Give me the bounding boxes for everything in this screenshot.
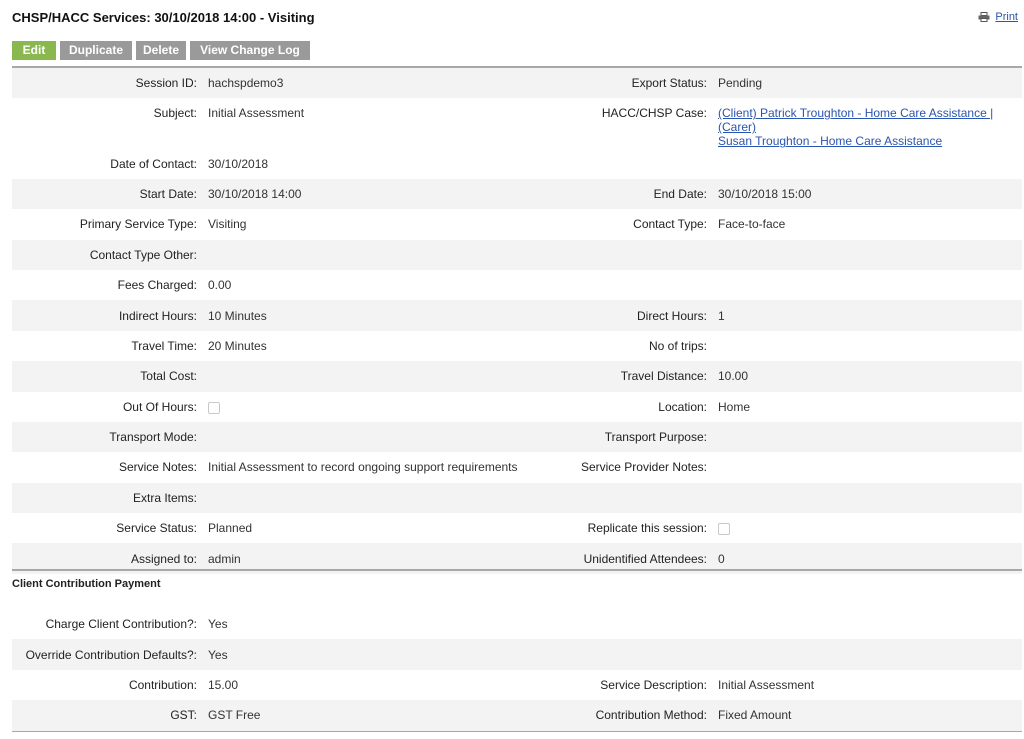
- action-toolbar: Edit Duplicate Delete View Change Log: [12, 41, 310, 60]
- delete-button[interactable]: Delete: [136, 41, 186, 60]
- field-label: Replicate this session:: [587, 521, 707, 536]
- detail-row: Primary Service Type: Visiting Contact T…: [12, 209, 1022, 239]
- field-label: Service Notes:: [118, 460, 197, 475]
- contribution-value: 15.00: [208, 677, 239, 692]
- field-label: No of trips:: [648, 338, 707, 353]
- gst-value: GST Free: [204, 700, 518, 731]
- detail-row: Transport Mode: Transport Purpose:: [12, 421, 1022, 453]
- field-label: Service Status:: [116, 521, 197, 536]
- field-label: Travel Time:: [131, 338, 197, 353]
- field-label: Transport Mode:: [12, 421, 204, 453]
- service-status-value: Planned: [208, 521, 253, 536]
- detail-row: Override Contribution Defaults?: Yes: [12, 639, 1022, 670]
- transport-purpose-value: [714, 421, 1022, 453]
- travel-distance-value: 10.00: [714, 361, 1022, 392]
- divider: [12, 569, 1022, 571]
- detail-row: Contribution: 15.00 Service Description:…: [12, 670, 1022, 700]
- page-title: CHSP/HACC Services: 30/10/2018 14:00 - V…: [12, 10, 315, 25]
- session-id-value: hachspdemo3: [204, 68, 518, 99]
- contact-type-value: Face-to-face: [718, 217, 786, 232]
- end-date-value: 30/10/2018 15:00: [714, 178, 1022, 210]
- service-description-value: Initial Assessment: [718, 677, 815, 692]
- field-label: Service Description:: [600, 677, 707, 692]
- case-value: (Client) Patrick Troughton - Home Care A…: [714, 98, 1022, 148]
- detail-row: Session ID: hachspdemo3 Export Status: P…: [12, 68, 1022, 99]
- charge-contribution-value: Yes: [208, 617, 228, 632]
- travel-time-value: 20 Minutes: [208, 338, 267, 353]
- service-notes-value: Initial Assessment to record ongoing sup…: [208, 460, 518, 475]
- print-link[interactable]: Print: [978, 11, 1018, 23]
- detail-row: GST: GST Free Contribution Method: Fixed…: [12, 700, 1022, 731]
- total-cost-value: [204, 361, 518, 392]
- fees-charged-value: 0.00: [208, 278, 232, 293]
- start-date-value: 30/10/2018 14:00: [204, 178, 518, 210]
- direct-hours-value: 1: [714, 300, 1022, 331]
- field-label: Total Cost:: [12, 361, 204, 392]
- detail-row: Contact Type Other:: [12, 239, 1022, 270]
- indirect-hours-value: 10 Minutes: [204, 300, 518, 331]
- primary-service-type-value: Visiting: [208, 217, 247, 232]
- field-label: HACC/CHSP Case:: [601, 106, 707, 121]
- location-value: Home: [718, 399, 751, 414]
- field-label: GST:: [12, 700, 204, 731]
- subject-value: Initial Assessment: [208, 106, 305, 121]
- field-label: Indirect Hours:: [12, 300, 204, 331]
- detail-row: Service Status: Planned Replicate this s…: [12, 513, 1022, 543]
- field-label: Session ID:: [12, 68, 204, 99]
- detail-row: Fees Charged: 0.00: [12, 270, 1022, 300]
- detail-row: Travel Time: 20 Minutes No of trips:: [12, 331, 1022, 361]
- case-link[interactable]: Susan Troughton - Home Care Assistance: [718, 134, 1022, 148]
- field-label: Fees Charged:: [117, 278, 197, 293]
- field-label: Direct Hours:: [518, 300, 714, 331]
- no-of-trips-value: [714, 331, 1022, 361]
- out-of-hours-checkbox: [208, 401, 220, 414]
- field-label: End Date:: [518, 178, 714, 210]
- field-label: Location:: [658, 399, 707, 414]
- session-details-table: Session ID: hachspdemo3 Export Status: P…: [12, 68, 1022, 574]
- field-label: Transport Purpose:: [518, 421, 714, 453]
- field-label: Start Date:: [12, 178, 204, 210]
- field-label: Primary Service Type:: [79, 217, 197, 232]
- replicate-checkbox: [718, 523, 730, 536]
- transport-mode-value: [204, 421, 518, 453]
- field-label: Contact Type Other:: [12, 239, 204, 270]
- case-link[interactable]: (Client) Patrick Troughton - Home Care A…: [718, 106, 1022, 134]
- section-title: Client Contribution Payment: [12, 578, 161, 590]
- field-label: Contribution Method:: [518, 700, 714, 731]
- field-label: Charge Client Contribution?:: [45, 617, 197, 632]
- detail-row: Date of Contact: 30/10/2018: [12, 148, 1022, 178]
- field-label: Override Contribution Defaults?:: [12, 639, 204, 670]
- detail-row: Total Cost: Travel Distance: 10.00: [12, 361, 1022, 392]
- printer-icon: [978, 12, 990, 22]
- field-label: Travel Distance:: [518, 361, 714, 392]
- detail-row: Indirect Hours: 10 Minutes Direct Hours:…: [12, 300, 1022, 331]
- field-label: Contribution:: [128, 677, 197, 692]
- contact-type-other-value: [204, 239, 518, 270]
- override-defaults-value: Yes: [204, 639, 518, 670]
- detail-row: Start Date: 30/10/2018 14:00 End Date: 3…: [12, 178, 1022, 210]
- contribution-method-value: Fixed Amount: [714, 700, 1022, 731]
- duplicate-button[interactable]: Duplicate: [60, 41, 132, 60]
- field-label: Export Status:: [518, 68, 714, 99]
- detail-row: Subject: Initial Assessment HACC/CHSP Ca…: [12, 98, 1022, 148]
- detail-row: Out Of Hours: Location: Home: [12, 392, 1022, 422]
- print-label[interactable]: Print: [995, 11, 1018, 23]
- field-label: Extra Items:: [12, 482, 204, 514]
- date-of-contact-value: 30/10/2018: [208, 156, 269, 171]
- detail-row: Extra Items:: [12, 482, 1022, 514]
- payment-table: Charge Client Contribution?: Yes Overrid…: [12, 609, 1022, 731]
- divider: [12, 731, 1022, 732]
- field-label: Subject:: [153, 106, 197, 121]
- detail-row: Service Notes: Initial Assessment to rec…: [12, 452, 1022, 482]
- edit-button[interactable]: Edit: [12, 41, 56, 60]
- field-label: Service Provider Notes:: [580, 460, 707, 475]
- detail-row: Charge Client Contribution?: Yes: [12, 609, 1022, 639]
- extra-items-value: [204, 482, 518, 514]
- service-provider-notes-value: [714, 452, 1022, 482]
- view-change-log-button[interactable]: View Change Log: [190, 41, 310, 60]
- field-label: Date of Contact:: [110, 156, 197, 171]
- export-status-value: Pending: [714, 68, 1022, 99]
- field-label: Contact Type:: [633, 217, 707, 232]
- field-label: Out Of Hours:: [122, 399, 197, 414]
